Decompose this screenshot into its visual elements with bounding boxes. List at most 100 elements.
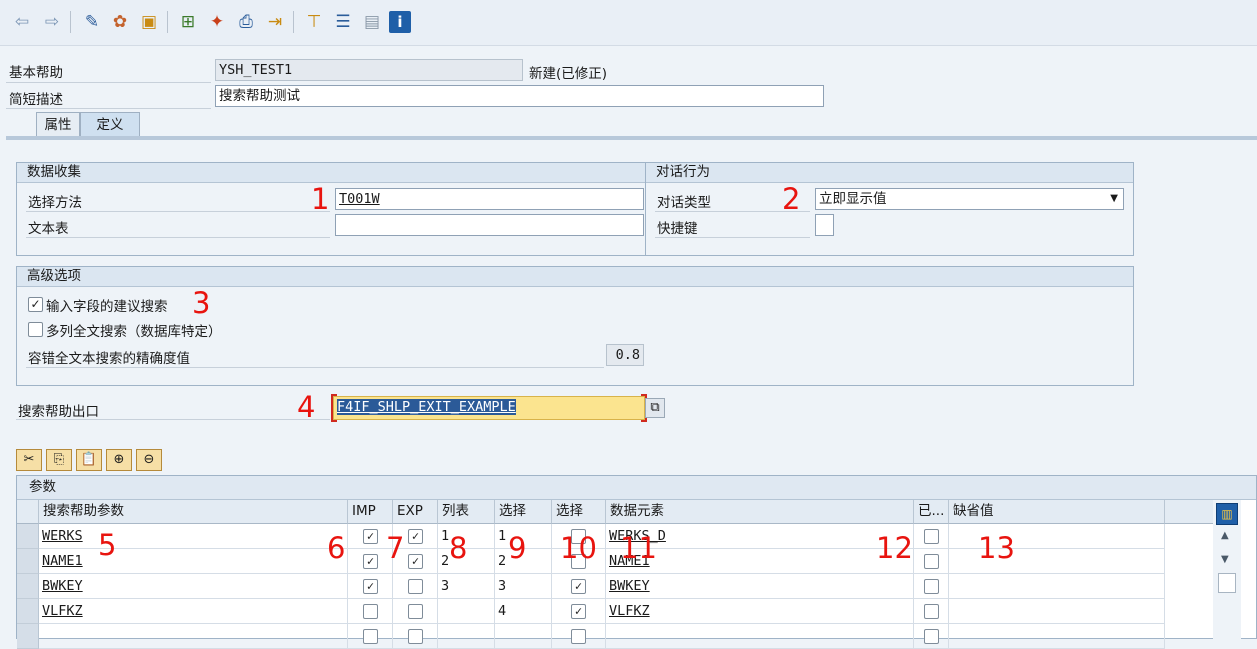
cell-imp <box>348 624 393 649</box>
col-header-sel-disp[interactable]: 选择 <box>552 500 606 524</box>
cell-param[interactable]: NAME1 <box>39 549 348 574</box>
cell-mod <box>914 624 949 649</box>
cell-param[interactable]: VLFKZ <box>39 599 348 624</box>
selection-method-input[interactable]: T001W <box>335 188 644 210</box>
suggest-label: 输入字段的建议搜索 <box>46 299 168 315</box>
row-selector[interactable] <box>17 549 39 574</box>
activate-icon[interactable]: ✿ <box>108 10 132 34</box>
paste-icon[interactable]: 📋 <box>76 449 102 471</box>
list-icon[interactable]: ☰ <box>331 10 355 34</box>
cell-spos[interactable]: 3 <box>495 574 552 599</box>
checkbox-exp[interactable] <box>408 629 423 644</box>
tab-definition[interactable]: 定义 <box>80 112 140 137</box>
checkbox-exp[interactable]: ✓ <box>408 529 423 544</box>
row-selector[interactable] <box>17 624 39 649</box>
scroll-down-icon[interactable]: ▼ <box>1221 554 1229 565</box>
cell-spos[interactable] <box>495 624 552 649</box>
col-header-modified[interactable]: 已... <box>914 500 949 524</box>
col-header-imp[interactable]: IMP <box>348 500 393 524</box>
scroll-up-icon[interactable]: ▲ <box>1221 530 1229 541</box>
print-icon[interactable]: ⎙ <box>234 10 258 34</box>
basic-help-field: YSH_TEST1 <box>215 59 523 81</box>
cell-param[interactable]: WERKS <box>39 524 348 549</box>
checkbox-sdis[interactable]: ✓ <box>571 604 586 619</box>
layout-icon[interactable]: ▤ <box>360 10 384 34</box>
checkbox-exp[interactable] <box>408 579 423 594</box>
tab-attributes[interactable]: 属性 <box>36 112 80 137</box>
cell-param[interactable]: BWKEY <box>39 574 348 599</box>
exit-label: 搜索帮助出口 <box>18 404 99 420</box>
column-config-icon[interactable]: ▥ <box>1216 503 1238 525</box>
checkbox-imp[interactable] <box>363 604 378 619</box>
display-change-icon[interactable]: ✎ <box>80 10 104 34</box>
annotation-2: 2 <box>782 182 801 216</box>
multi-col-checkbox[interactable] <box>28 322 43 337</box>
dialog-behavior-title: 对话行为 <box>646 163 1133 183</box>
hotkey-input[interactable] <box>815 214 834 236</box>
multi-col-label: 多列全文搜索（数据库特定） <box>46 324 222 340</box>
row-selector[interactable] <box>17 599 39 624</box>
annotation-4: 4 <box>297 390 316 424</box>
text-table-input[interactable] <box>335 214 644 236</box>
checkbox-exp[interactable]: ✓ <box>408 554 423 569</box>
value-help-icon[interactable]: ⧉ <box>645 398 665 418</box>
checkbox-imp[interactable]: ✓ <box>363 579 378 594</box>
info-icon[interactable]: i <box>389 11 411 33</box>
col-header-sel-pos[interactable]: 选择 <box>495 500 552 524</box>
row-selector[interactable] <box>17 574 39 599</box>
cut-icon[interactable]: ✂ <box>16 449 42 471</box>
checkbox-sdis[interactable]: ✓ <box>571 579 586 594</box>
checkbox-sdis[interactable] <box>571 629 586 644</box>
col-header-list-pos[interactable]: 列表 <box>438 500 495 524</box>
dialog-type-select[interactable]: 立即显示值 ▼ <box>815 188 1124 210</box>
cell-lpos[interactable] <box>438 599 495 624</box>
vertical-scrollbar[interactable]: ▥ ▲ ▼ <box>1213 500 1241 640</box>
col-header-exp[interactable]: EXP <box>393 500 438 524</box>
cell-spos[interactable]: 4 <box>495 599 552 624</box>
cell-default[interactable] <box>949 599 1165 624</box>
col-header-default[interactable]: 缺省值 <box>949 500 1165 524</box>
transport-icon[interactable]: ⇥ <box>263 10 287 34</box>
checkbox-mod[interactable] <box>924 604 939 619</box>
checkbox-mod[interactable] <box>924 579 939 594</box>
col-header-data-element[interactable]: 数据元素 <box>606 500 914 524</box>
checkbox-imp[interactable]: ✓ <box>363 529 378 544</box>
checkbox-mod[interactable] <box>924 554 939 569</box>
checkbox-imp[interactable]: ✓ <box>363 554 378 569</box>
delete-row-icon[interactable]: ⊖ <box>136 449 162 471</box>
structure-icon[interactable]: ⊤ <box>302 10 326 34</box>
suggest-checkbox[interactable]: ✓ <box>28 297 43 312</box>
cell-default[interactable] <box>949 624 1165 649</box>
short-desc-input[interactable]: 搜索帮助测试 <box>215 85 824 107</box>
checkbox-imp[interactable] <box>363 629 378 644</box>
checkbox-exp[interactable] <box>408 604 423 619</box>
checkbox-mod[interactable] <box>924 529 939 544</box>
back-icon[interactable]: ⇦ <box>10 10 34 34</box>
row-selector[interactable] <box>17 524 39 549</box>
header-select-all[interactable] <box>17 500 39 524</box>
cell-exp <box>393 574 438 599</box>
magic-wand-icon[interactable]: ✦ <box>205 10 229 34</box>
copy-icon[interactable]: ⎘ <box>46 449 72 471</box>
insert-row-icon[interactable]: ⊕ <box>106 449 132 471</box>
annotation-5: 5 <box>98 528 117 562</box>
label-underline <box>26 211 330 212</box>
cell-lpos[interactable]: 3 <box>438 574 495 599</box>
exit-input[interactable]: F4IF_SHLP_EXIT_EXAMPLE <box>333 396 645 420</box>
dialog-type-value: 立即显示值 <box>819 191 887 207</box>
forward-icon[interactable]: ⇨ <box>40 10 64 34</box>
status-text: 新建(已修正) <box>529 66 608 82</box>
col-header-param[interactable]: 搜索帮助参数 <box>39 500 348 524</box>
hierarchy-icon[interactable]: ⊞ <box>176 10 200 34</box>
short-desc-label: 简短描述 <box>9 92 63 108</box>
cell-default[interactable] <box>949 574 1165 599</box>
where-used-icon[interactable]: ▣ <box>137 10 161 34</box>
scroll-thumb[interactable] <box>1218 573 1236 593</box>
cell-param[interactable] <box>39 624 348 649</box>
cell-lpos[interactable] <box>438 624 495 649</box>
cell-element[interactable] <box>606 624 914 649</box>
checkbox-mod[interactable] <box>924 629 939 644</box>
cell-element[interactable]: VLFKZ <box>606 599 914 624</box>
cell-element[interactable]: BWKEY <box>606 574 914 599</box>
cell-mod <box>914 549 949 574</box>
